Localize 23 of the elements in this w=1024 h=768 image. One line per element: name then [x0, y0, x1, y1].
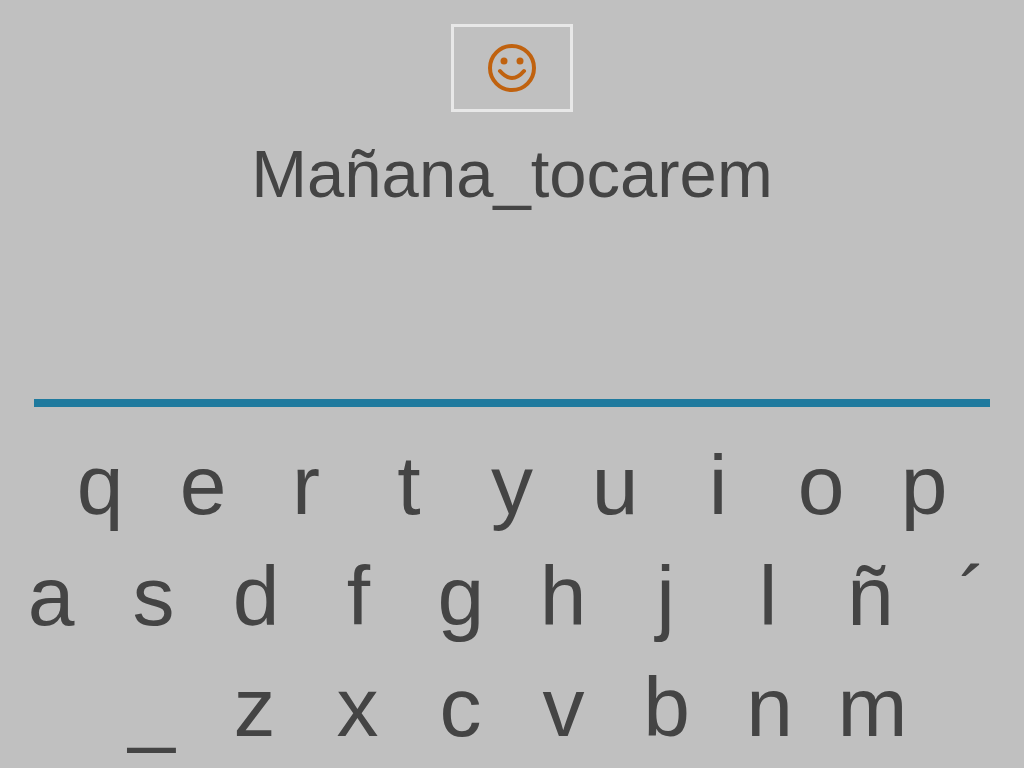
- letter-key[interactable]: s: [102, 553, 205, 638]
- letter-key[interactable]: m: [821, 664, 924, 749]
- letter-key[interactable]: a: [0, 553, 103, 638]
- letter-key[interactable]: i: [666, 442, 770, 527]
- letter-key[interactable]: b: [615, 664, 718, 749]
- letter-key[interactable]: t: [357, 442, 461, 527]
- letter-key[interactable]: e: [151, 442, 255, 527]
- letter-key[interactable]: l: [716, 553, 820, 638]
- letter-key[interactable]: ´: [921, 553, 1024, 638]
- letter-key[interactable]: h: [512, 553, 615, 638]
- smiley-icon: [487, 43, 537, 93]
- letter-key[interactable]: n: [718, 664, 821, 749]
- letter-key[interactable]: v: [512, 664, 615, 749]
- letter-key[interactable]: u: [563, 442, 667, 527]
- letter-key[interactable]: x: [306, 664, 409, 749]
- letter-key[interactable]: z: [203, 664, 306, 749]
- letter-key[interactable]: ñ: [819, 553, 922, 638]
- letter-key[interactable]: f: [307, 553, 410, 638]
- letter-key[interactable]: d: [204, 553, 308, 638]
- letter-key[interactable]: r: [254, 442, 358, 527]
- letter-key[interactable]: o: [769, 442, 873, 527]
- smiley-button[interactable]: [451, 24, 573, 112]
- letter-key[interactable]: c: [409, 664, 512, 749]
